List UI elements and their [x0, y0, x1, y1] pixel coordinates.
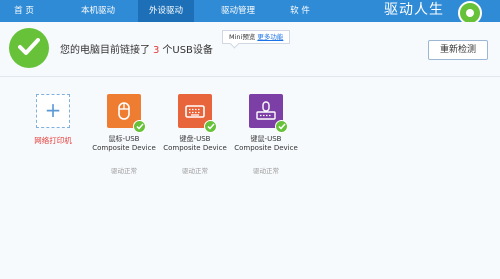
- device-status: 驱动正常: [111, 167, 137, 175]
- device-status: 驱动正常: [182, 167, 208, 175]
- device-tile-keyboard[interactable]: 键盘-USB Composite Device 驱动正常: [158, 94, 232, 175]
- device-name: 鼠标-USB Composite Device: [87, 135, 161, 153]
- top-nav-bar: 首 页 本机驱动 外设驱动 驱动管理 软 件 驱动人生: [0, 0, 500, 25]
- tab-software[interactable]: 软 件: [276, 0, 324, 22]
- device-tile-mouse[interactable]: 鼠标-USB Composite Device 驱动正常: [87, 94, 161, 175]
- device-name-line1: 鼠标-USB: [108, 135, 140, 143]
- plus-icon: +: [44, 98, 62, 122]
- mouse-icon: [107, 94, 146, 133]
- device-name: 键鼠-USB Composite Device: [229, 135, 303, 153]
- tab-driver-management[interactable]: 驱动管理: [210, 0, 266, 22]
- brand-title: 驱动人生: [384, 2, 444, 18]
- add-printer-button[interactable]: +: [36, 94, 70, 128]
- ok-badge-icon: [133, 120, 146, 133]
- keyboard-icon: [178, 94, 217, 133]
- more-features-link[interactable]: 更多功能: [257, 33, 283, 41]
- add-printer-label[interactable]: 网络打印机: [16, 135, 90, 146]
- device-tile-keyboard-mouse[interactable]: 键鼠-USB Composite Device 驱动正常: [229, 94, 303, 175]
- check-icon: [9, 28, 49, 68]
- tooltip-text: Mini预览: [229, 33, 256, 41]
- ok-badge-icon: [275, 120, 288, 133]
- tab-local-drivers[interactable]: 本机驱动: [70, 0, 126, 22]
- status-prefix: 您的电脑目前链接了: [60, 45, 150, 56]
- device-status: 驱动正常: [253, 167, 279, 175]
- status-suffix: 个USB设备: [162, 45, 213, 56]
- device-name-line1: 键盘-USB: [179, 135, 211, 143]
- device-name-line1: 键鼠-USB: [250, 135, 282, 143]
- usb-status-text: 您的电脑目前链接了 3 个USB设备: [60, 41, 213, 56]
- device-name-line2: Composite Device: [234, 144, 298, 152]
- tab-peripheral-drivers[interactable]: 外设驱动: [138, 0, 194, 22]
- ok-badge-icon: [204, 120, 217, 133]
- device-count: 3: [153, 45, 160, 56]
- rescan-button[interactable]: 重新检测: [428, 40, 488, 60]
- device-name: 键盘-USB Composite Device: [158, 135, 232, 153]
- add-network-printer[interactable]: + 网络打印机: [16, 94, 90, 146]
- tab-home[interactable]: 首 页: [0, 0, 48, 22]
- mini-preview-tooltip: Mini预览 更多功能: [222, 30, 291, 44]
- device-name-line2: Composite Device: [92, 144, 156, 152]
- main-content: 您的电脑目前链接了 3 个USB设备 Mini预览 更多功能 重新检测 + 网络打印机…: [0, 22, 500, 279]
- device-name-line2: Composite Device: [163, 144, 227, 152]
- divider: [0, 76, 500, 77]
- keyboard-mouse-icon: [249, 94, 288, 133]
